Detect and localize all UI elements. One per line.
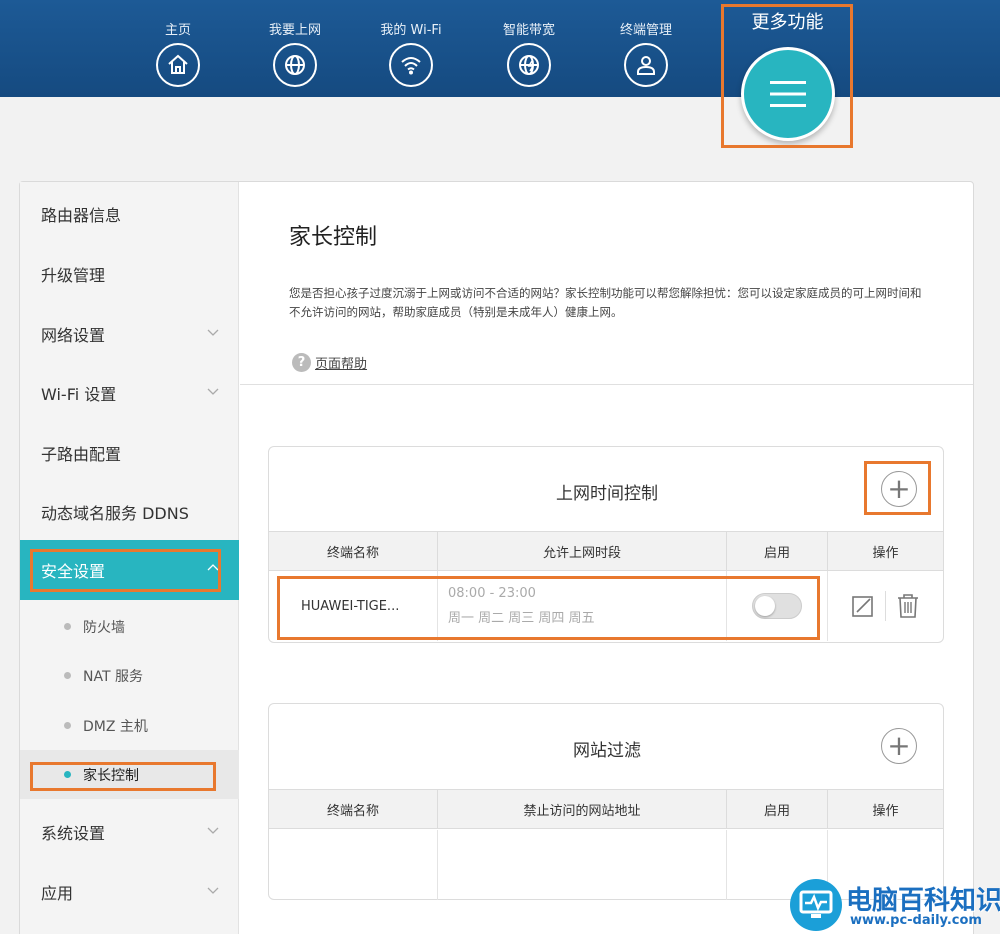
nav-devices[interactable]: 终端管理 — [601, 22, 691, 87]
enable-toggle[interactable] — [752, 593, 802, 619]
sidebar-item-label: 系统设置 — [41, 824, 106, 843]
weekdays: 周一 周二 周三 周四 周五 — [448, 611, 595, 626]
sidebar: 路由器信息 升级管理 网络设置 Wi-Fi 设置 子路由配置 动态域名服务 DD… — [20, 182, 239, 934]
sidebar-item-label: 应用 — [41, 884, 74, 903]
nav-home-label: 主页 — [164, 23, 191, 38]
nav-home[interactable]: 主页 — [133, 22, 223, 87]
chevron-down-icon — [207, 388, 219, 395]
sidebar-item-label: 网络设置 — [41, 326, 106, 345]
sidebar-subitem-label: 防火墙 — [83, 619, 125, 636]
column-header: 终端名称 — [269, 790, 438, 828]
bullet-dot — [64, 672, 71, 679]
empty-cell — [269, 830, 438, 900]
card-title: 上网时间控制 — [556, 484, 658, 504]
sidebar-subitem-firewall[interactable]: 防火墙 — [20, 602, 239, 651]
question-icon: ? — [292, 353, 311, 372]
column-header: 启用 — [727, 790, 828, 828]
wifi-icon — [389, 43, 433, 87]
chevron-down-icon — [207, 827, 219, 834]
table-header: 终端名称 允许上网时段 启用 操作 — [269, 531, 943, 571]
user-icon — [624, 43, 668, 87]
column-header: 操作 — [872, 803, 899, 819]
enable-cell — [727, 571, 828, 641]
menu-icon — [770, 81, 806, 107]
nav-devices-label: 终端管理 — [619, 23, 672, 38]
sidebar-item-ddns[interactable]: 动态域名服务 DDNS — [20, 482, 239, 542]
page-help-link[interactable]: ? 页面帮助 — [292, 353, 367, 372]
home-icon — [156, 43, 200, 87]
table-header: 终端名称 禁止访问的网站地址 启用 操作 — [269, 789, 943, 829]
help-link-label: 页面帮助 — [315, 357, 368, 372]
monitor-icon — [790, 879, 842, 931]
watermark-text: 电脑百科知识 — [846, 886, 1000, 916]
empty-cell — [438, 830, 727, 900]
nav-wifi[interactable]: 我的 Wi-Fi — [366, 22, 456, 87]
site-filter-card: 网站过滤 + 终端名称 禁止访问的网站地址 启用 操作 — [268, 703, 944, 900]
actions-cell — [828, 571, 943, 641]
sidebar-item-system[interactable]: 系统设置 — [20, 802, 239, 862]
bullet-dot — [64, 722, 71, 729]
nav-bandwidth-label: 智能带宽 — [502, 23, 555, 38]
device-name: HUAWEI-TIGE... — [269, 571, 438, 641]
sidebar-subitem-label: DMZ 主机 — [83, 718, 148, 735]
sidebar-subitem-parental-control[interactable]: 家长控制 — [20, 750, 239, 799]
sidebar-item-label: 子路由配置 — [41, 445, 122, 464]
sidebar-subitem-nat[interactable]: NAT 服务 — [20, 651, 239, 700]
sidebar-item-label: 升级管理 — [41, 266, 106, 285]
sidebar-subitem-dmz[interactable]: DMZ 主机 — [20, 701, 239, 750]
sidebar-item-label: Wi-Fi 设置 — [41, 385, 117, 404]
sidebar-item-security[interactable]: 安全设置 — [20, 540, 239, 600]
column-header: 终端名称 — [269, 532, 438, 570]
nav-internet-label: 我要上网 — [268, 23, 321, 38]
action-divider — [885, 591, 886, 621]
sidebar-item-wifi[interactable]: Wi-Fi 设置 — [20, 363, 239, 423]
watermark: 电脑百科知识 www.pc-daily.com — [790, 877, 1000, 934]
more-functions-label: 更多功能 — [751, 12, 824, 33]
column-header: 操作 — [872, 545, 899, 561]
bandwidth-icon — [507, 43, 551, 87]
add-time-rule-button[interactable]: + — [881, 471, 917, 507]
nav-wifi-label: 我的 Wi-Fi — [380, 23, 442, 38]
sidebar-item-sub-router[interactable]: 子路由配置 — [20, 423, 239, 483]
plus-icon: + — [887, 729, 911, 762]
sidebar-item-label: 路由器信息 — [41, 206, 122, 225]
chevron-down-icon — [207, 887, 219, 894]
time-control-card: 上网时间控制 + 终端名称 允许上网时段 启用 操作 HUAWEI-TIGE..… — [268, 446, 944, 643]
bullet-dot — [64, 771, 71, 778]
watermark-url: www.pc-daily.com — [850, 913, 982, 928]
edit-icon[interactable] — [851, 594, 875, 618]
page-title: 家长控制 — [289, 225, 378, 250]
sidebar-item-apps[interactable]: 应用 — [20, 862, 239, 922]
chevron-down-icon — [207, 329, 219, 336]
sidebar-subitem-label: NAT 服务 — [83, 668, 143, 685]
nav-bandwidth[interactable]: 智能带宽 — [484, 22, 574, 87]
bullet-dot — [64, 623, 71, 630]
time-range: 08:00 - 23:00 — [448, 586, 536, 601]
divider — [240, 384, 973, 385]
sidebar-item-label: 动态域名服务 DDNS — [41, 504, 189, 523]
more-functions-button[interactable] — [741, 47, 835, 141]
card-title: 网站过滤 — [573, 741, 641, 761]
column-header: 允许上网时段 — [438, 532, 727, 570]
add-site-rule-button[interactable]: + — [881, 728, 917, 764]
sidebar-item-network[interactable]: 网络设置 — [20, 304, 239, 364]
column-header: 启用 — [727, 532, 828, 570]
plus-icon: + — [887, 472, 911, 505]
sidebar-subitem-label: 家长控制 — [83, 767, 139, 784]
sidebar-item-upgrade[interactable]: 升级管理 — [20, 244, 239, 304]
globe-icon — [273, 43, 317, 87]
column-header: 禁止访问的网站地址 — [438, 790, 727, 828]
nav-internet[interactable]: 我要上网 — [250, 22, 340, 87]
toggle-knob — [755, 596, 775, 616]
sidebar-item-router-info[interactable]: 路由器信息 — [20, 184, 239, 244]
chevron-up-icon — [207, 564, 219, 571]
trash-icon[interactable] — [896, 593, 920, 619]
time-range-cell: 08:00 - 23:00 周一 周二 周三 周四 周五 — [438, 571, 727, 641]
sidebar-item-label: 安全设置 — [41, 562, 106, 581]
page-description: 您是否担心孩子过度沉溺于上网或访问不合适的网站？家长控制功能可以帮您解除担忧：您… — [289, 286, 922, 319]
